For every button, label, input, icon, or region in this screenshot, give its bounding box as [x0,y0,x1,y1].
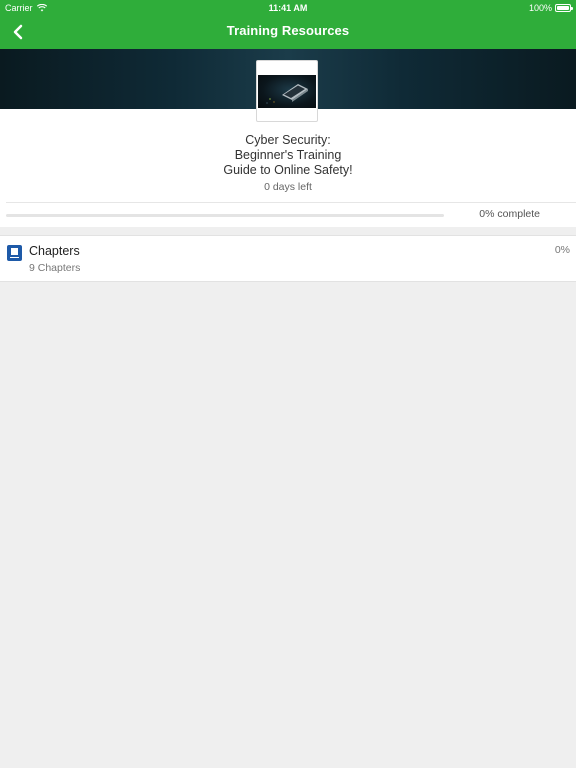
battery-icon [555,4,573,12]
battery-percent: 100% [528,3,552,13]
course-header: Cyber Security: Beginner's Training Guid… [0,109,576,227]
course-title: Cyber Security: Beginner's Training Guid… [223,133,353,177]
laptop-image [258,75,316,108]
chapters-percent: 0% [554,244,570,256]
chapters-label: Chapters [29,244,80,258]
progress-label: 0% complete [479,208,540,220]
divider [6,202,576,203]
chapters-row[interactable]: Chapters 9 Chapters 0% [0,235,576,282]
clock: 11:41 AM [268,3,308,13]
days-left: 0 days left [264,181,312,193]
progress-bar [6,214,444,217]
status-bar: Carrier 11:41 AM 100% [0,0,576,16]
course-thumbnail [256,60,318,122]
navigation-bar: Training Resources [0,16,576,49]
page-title: Training Resources [226,23,350,38]
book-icon [7,245,22,261]
battery-status: 100% [528,3,573,13]
chapters-count: 9 Chapters [29,262,81,274]
